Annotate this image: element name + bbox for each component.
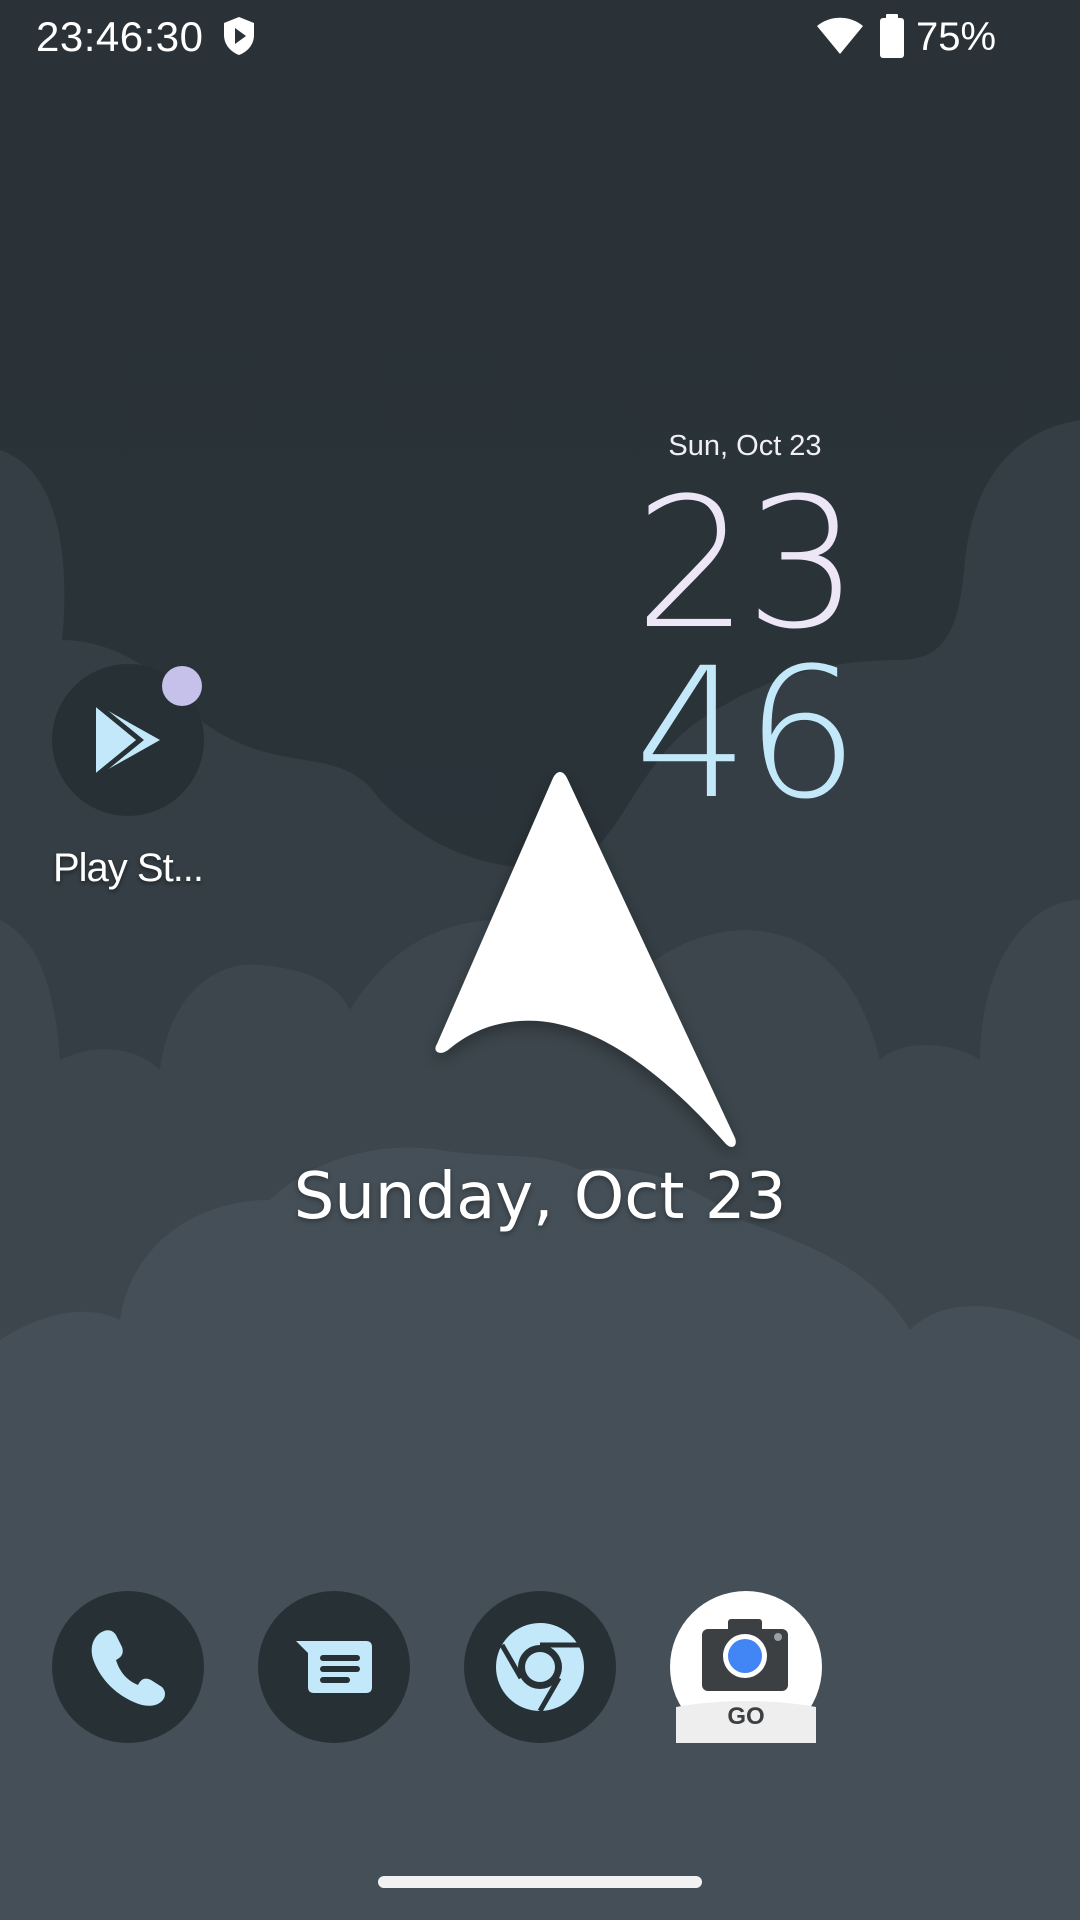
chrome-app[interactable] <box>464 1591 616 1743</box>
shield-play-icon <box>224 17 254 55</box>
navigation-arrow-icon <box>435 772 736 1147</box>
camera-go-badge: GO <box>727 1703 765 1730</box>
glance-date[interactable]: Sunday, Oct 23 <box>240 1160 840 1234</box>
phone-icon <box>91 1630 165 1706</box>
chrome-icon <box>496 1623 584 1713</box>
camera-go-app[interactable]: GO <box>670 1591 822 1743</box>
play-store-label[interactable]: Play St... <box>28 846 228 891</box>
wifi-icon <box>817 17 863 54</box>
gesture-nav-handle[interactable] <box>378 1876 702 1888</box>
battery-percent: 75% <box>916 15 997 59</box>
phone-app[interactable] <box>52 1591 204 1743</box>
notification-dot <box>162 666 202 706</box>
messages-icon <box>296 1641 372 1693</box>
clock-widget-date[interactable]: Sun, Oct 23 <box>620 430 870 463</box>
messages-app[interactable] <box>258 1591 410 1743</box>
play-store-icon <box>94 702 160 778</box>
status-bar: 23:46:30 75% <box>0 0 1080 74</box>
battery-icon <box>880 14 904 58</box>
status-time: 23:46:30 <box>36 13 204 60</box>
